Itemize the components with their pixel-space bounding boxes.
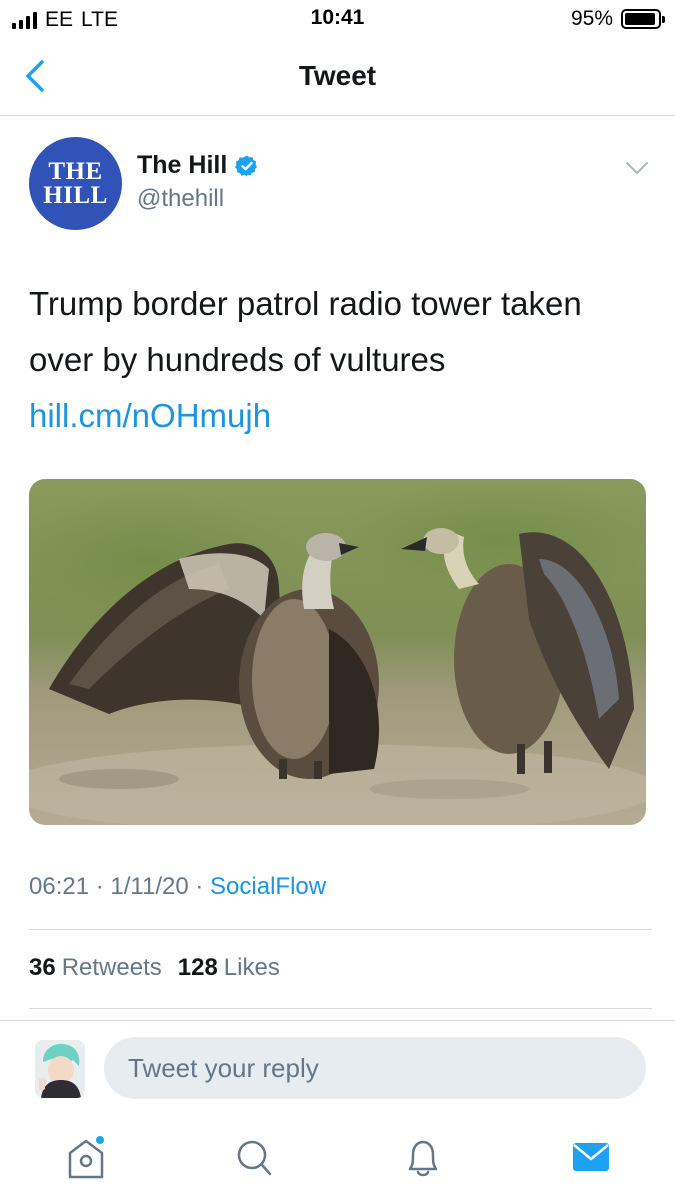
tab-bar bbox=[0, 1115, 675, 1200]
user-avatar[interactable] bbox=[35, 1040, 85, 1098]
tweet-media-photo[interactable] bbox=[29, 479, 646, 825]
status-right: 95% bbox=[570, 7, 665, 31]
tab-notifications[interactable] bbox=[395, 1133, 451, 1183]
divider bbox=[29, 929, 652, 930]
avatar-logo-line2: HILL bbox=[43, 181, 108, 209]
notification-dot bbox=[96, 1136, 104, 1144]
author-avatar[interactable]: THE HILL bbox=[29, 137, 122, 230]
verified-badge-icon bbox=[235, 155, 258, 176]
retweets-label: Retweets bbox=[61, 954, 162, 981]
tweet-date: 1/11/20 bbox=[110, 873, 189, 900]
mail-icon bbox=[573, 1143, 609, 1171]
likes-label: Likes bbox=[223, 954, 280, 981]
tweet-link[interactable]: hill.cm/nOHmujh bbox=[29, 388, 649, 444]
user-avatar-image bbox=[35, 1040, 85, 1098]
battery-icon bbox=[621, 9, 665, 29]
avatar-logo-line1: THE bbox=[48, 157, 103, 185]
likes-stat[interactable]: 128 Likes bbox=[178, 954, 280, 982]
author-name[interactable]: The Hill bbox=[137, 151, 259, 180]
retweets-count: 36 bbox=[29, 954, 56, 981]
chevron-down-icon bbox=[626, 162, 648, 174]
reply-input[interactable] bbox=[104, 1037, 646, 1099]
bell-icon bbox=[408, 1140, 438, 1177]
tab-home[interactable] bbox=[58, 1133, 114, 1183]
home-icon bbox=[68, 1136, 104, 1179]
meta-separator: · bbox=[195, 873, 204, 900]
author-name-text: The Hill bbox=[137, 151, 228, 179]
divider bbox=[29, 1008, 652, 1009]
tab-messages[interactable] bbox=[563, 1133, 619, 1183]
reply-bar bbox=[0, 1020, 675, 1115]
vultures-photo bbox=[29, 479, 646, 825]
tweet-options-button[interactable] bbox=[623, 157, 651, 179]
tweet-text: Trump border patrol radio tower taken ov… bbox=[29, 276, 649, 444]
likes-count: 128 bbox=[177, 954, 218, 981]
page-title: Tweet bbox=[298, 60, 377, 91]
author-handle[interactable]: @thehill bbox=[137, 185, 224, 213]
battery-percent: 95% bbox=[570, 7, 613, 30]
tweet-source-link[interactable]: SocialFlow bbox=[210, 873, 326, 900]
status-bar: EE LTE 10:41 95% bbox=[0, 0, 675, 38]
tweet-meta: 06:21 · 1/11/20 · SocialFlow bbox=[29, 873, 326, 901]
retweets-stat[interactable]: 36 Retweets bbox=[29, 954, 162, 982]
tweet-stats: 36 Retweets 128 Likes bbox=[29, 954, 280, 982]
nav-bar: Tweet bbox=[0, 38, 675, 116]
tweet-body: Trump border patrol radio tower taken ov… bbox=[29, 285, 582, 378]
meta-separator: · bbox=[95, 873, 104, 900]
search-icon bbox=[237, 1140, 272, 1176]
tab-search[interactable] bbox=[226, 1133, 282, 1183]
tweet-time: 06:21 bbox=[29, 873, 90, 900]
